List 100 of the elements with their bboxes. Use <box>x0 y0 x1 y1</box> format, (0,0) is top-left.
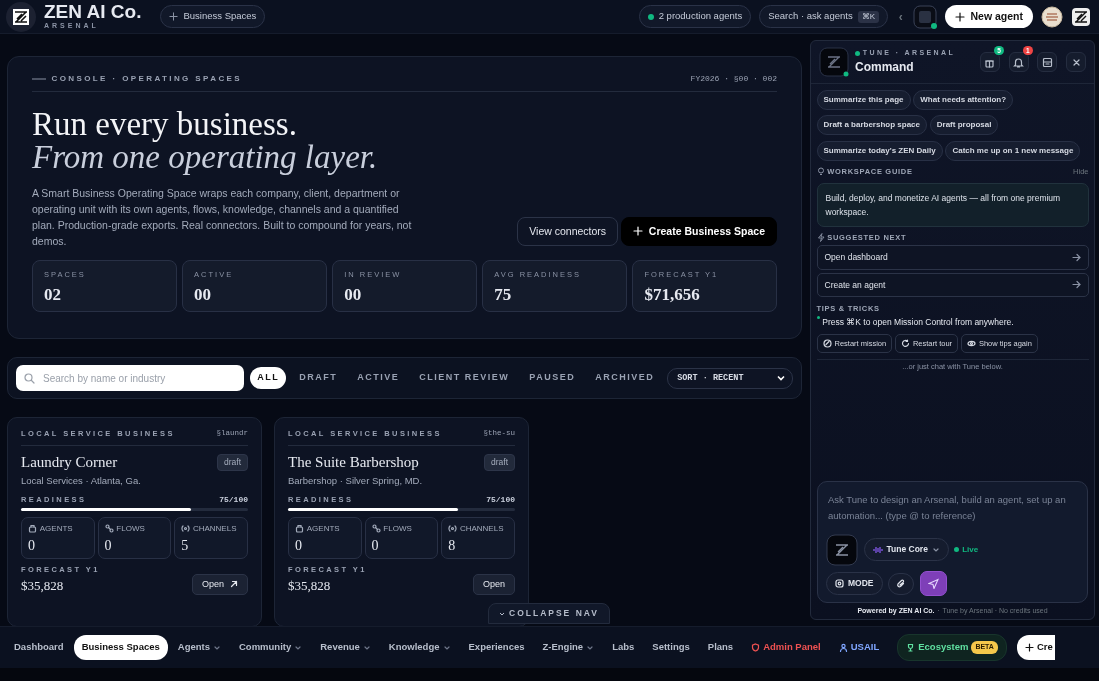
flows-icon <box>104 524 114 534</box>
open-button[interactable]: Open <box>472 573 515 595</box>
hero-description: A Smart Business Operating Space wraps each company, client, department or operating unit with its own agents, flows, knowledge, channels and a quantified plan. Production-grade exports. Real connectors. Built to compound for years, not demos. <box>32 186 412 249</box>
model-avatar-icon <box>826 533 858 566</box>
filter-tab[interactable]: ARCHIVED <box>588 367 662 389</box>
metric-value: 5 <box>181 536 190 555</box>
metric-label: CHANNELS <box>192 522 237 535</box>
bullet-icon <box>816 315 820 319</box>
search-field[interactable]: Search by name or industry <box>16 365 245 391</box>
metric-label: CHANNELS <box>459 522 504 535</box>
nav-item[interactable]: Cre <box>1016 635 1055 660</box>
panel-action-button[interactable] <box>1037 52 1058 72</box>
nav-item[interactable]: Settings <box>644 635 698 660</box>
arrow-right-icon <box>1071 252 1081 262</box>
brand-name: ZEN AI Co. <box>44 1 142 21</box>
filter-tab[interactable]: CLIENT REVIEW <box>412 367 517 389</box>
status-dot <box>647 13 654 20</box>
suggestion-chip[interactable]: Draft proposal <box>929 115 999 135</box>
metric-value: 0 <box>28 536 36 555</box>
lightbulb-icon <box>816 167 825 177</box>
stat-value: $71,656 <box>644 284 701 307</box>
suggestion-chip[interactable]: Summarize today's ZEN Daily <box>816 140 943 161</box>
suggestion-chip[interactable]: What needs attention? <box>913 89 1014 110</box>
status-dot <box>855 50 860 56</box>
stat-value: 00 <box>344 284 363 307</box>
metric-label: AGENTS <box>39 522 73 535</box>
metric-label: FLOWS <box>116 522 145 535</box>
avatar-icon[interactable] <box>1041 5 1063 28</box>
nav-item[interactable]: Labs <box>604 635 643 660</box>
workspace-icon[interactable] <box>1071 6 1091 27</box>
lightning-icon <box>816 233 825 243</box>
filter-tab[interactable]: ACTIVE <box>350 367 407 389</box>
suggestion-chip[interactable]: Summarize this page <box>816 89 911 110</box>
metric-label: FLOWS <box>383 522 412 535</box>
nav-item[interactable]: Business Spaces <box>73 635 168 660</box>
collapse-nav-tab[interactable]: COLLAPSE NAV <box>488 603 610 624</box>
card-title: Laundry Corner <box>21 453 118 473</box>
agent-avatar-icon[interactable] <box>913 4 938 29</box>
dash-line <box>32 78 46 80</box>
sort-dropdown[interactable]: SORT · RECENT <box>667 367 793 389</box>
agents-icon <box>28 524 37 534</box>
nav-item[interactable]: Plans <box>699 635 742 660</box>
nav-item[interactable]: Z-Engine <box>534 635 603 660</box>
readiness-score: 75/100 <box>486 493 515 506</box>
open-button[interactable]: Open <box>191 573 248 595</box>
mode-button[interactable]: MODE <box>826 572 883 595</box>
filter-tab[interactable]: ALL <box>250 367 287 389</box>
arrow-right-icon <box>1071 280 1081 290</box>
mode-icon <box>835 579 844 588</box>
composer[interactable]: Ask Tune to design an Arsenal, build an agent, set up an automation... (type @ to reference) Tune Core Live MODE <box>817 481 1088 603</box>
chevron-down-icon <box>499 610 505 617</box>
nav-item[interactable]: Revenue <box>312 635 379 660</box>
metric-label: AGENTS <box>306 522 340 535</box>
nav-item[interactable]: USAIL <box>830 635 888 660</box>
create-button[interactable]: Create Business Space <box>620 216 777 247</box>
status-tag: draft <box>217 454 248 471</box>
waveform-icon <box>872 545 883 554</box>
nav-item[interactable]: Admin Panel <box>743 635 829 660</box>
status-pill[interactable]: 2 production agents <box>638 5 752 28</box>
breadcrumb-pill[interactable]: Business Spaces <box>160 5 266 28</box>
tip-text: Press ⌘K to open Mission Control from anywhere. <box>822 315 1014 329</box>
status-dot <box>954 547 960 552</box>
panel-action-button[interactable] <box>979 52 1000 72</box>
connectors-button[interactable]: View connectors <box>517 216 619 247</box>
nav-item[interactable]: Agents <box>169 635 229 660</box>
flows-icon <box>371 524 381 534</box>
plus-icon <box>632 226 643 237</box>
search-button[interactable]: Search · ask agents ⌘K <box>759 5 888 28</box>
search-input[interactable]: Search by name or industry <box>41 369 237 387</box>
nav-item[interactable]: Experiences <box>460 635 533 660</box>
plus-icon <box>1024 643 1034 652</box>
nav-item[interactable]: Knowledge <box>380 635 459 660</box>
model-selector[interactable]: Tune Core <box>863 538 949 561</box>
arrow-up-right-icon <box>230 580 238 589</box>
nav-item[interactable]: Community <box>231 635 311 660</box>
message-field[interactable]: Ask Tune to design an Arsenal, build an agent, set up an automation... (type @ to reference) <box>826 490 1079 527</box>
close-button[interactable] <box>1066 52 1086 72</box>
send-icon <box>927 578 939 589</box>
status-tag: draft <box>484 454 515 471</box>
suggestion-chip[interactable]: Catch me up on 1 new message <box>945 140 1081 161</box>
paperclip-icon <box>896 578 906 589</box>
plus-icon <box>955 11 966 22</box>
send-button[interactable] <box>919 571 947 596</box>
new-agent-button[interactable]: New agent <box>945 4 1033 29</box>
panel-action-button[interactable] <box>1008 52 1029 72</box>
hero-subtitle: From one operating layer. <box>32 141 379 174</box>
assistant-avatar-icon <box>819 47 849 77</box>
suggestion-chip[interactable]: Draft a barbershop space <box>816 115 927 135</box>
suggested-action[interactable]: Create an agent <box>816 272 1089 298</box>
live-status: Live <box>962 543 979 556</box>
suggested-action[interactable]: Open dashboard <box>816 245 1089 270</box>
eye-icon <box>966 338 976 348</box>
attach-button[interactable] <box>888 572 914 595</box>
filter-tab[interactable]: DRAFT <box>292 367 345 389</box>
filter-tab[interactable]: PAUSED <box>522 367 583 389</box>
shield-icon <box>751 643 761 652</box>
channels-icon <box>181 524 191 534</box>
forecast-value: $35,828 <box>21 576 65 595</box>
collapse-toggle[interactable]: ‹ <box>896 7 906 26</box>
nav-item[interactable]: Dashboard <box>6 635 72 660</box>
